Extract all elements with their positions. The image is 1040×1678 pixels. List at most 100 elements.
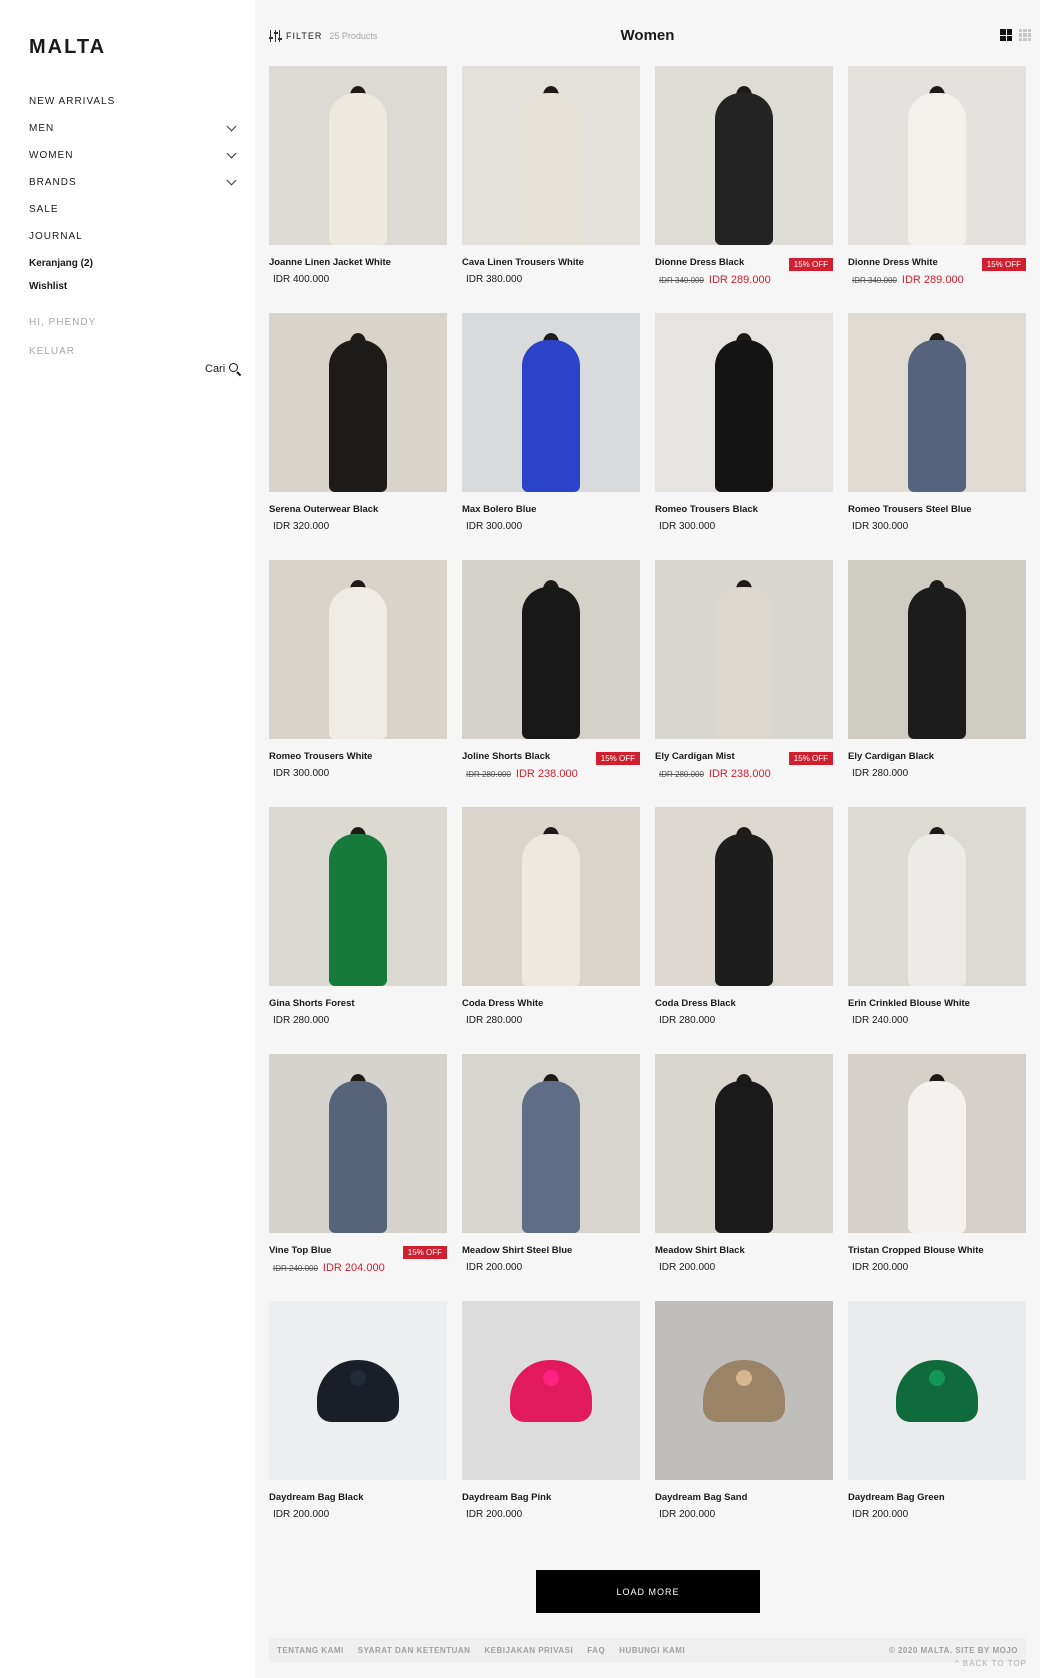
product-card[interactable]: Coda Dress White IDR 280.000 [462,807,640,1026]
product-image[interactable] [462,313,640,492]
product-card[interactable]: Vine Top Blue IDR 240.000 IDR 204.000 15% O… [269,1054,447,1274]
product-image[interactable] [848,807,1026,986]
product-card[interactable]: Daydream Bag Black IDR 200.000 [269,1301,447,1520]
product-card[interactable]: Dionne Dress White IDR 340.000 IDR 289.000… [848,66,1026,286]
product-image[interactable] [462,560,640,739]
product-name[interactable]: Meadow Shirt Black [655,1244,833,1260]
product-image[interactable] [462,1301,640,1480]
nav-item-men[interactable]: MEN [29,115,239,142]
product-image[interactable] [462,1054,640,1233]
product-card[interactable]: Ely Cardigan Mist IDR 280.000 IDR 238.000 1… [655,560,833,780]
product-image[interactable] [269,1054,447,1233]
product-card[interactable]: Daydream Bag Sand IDR 200.000 [655,1301,833,1520]
product-card[interactable]: Joanne Linen Jacket White IDR 400.000 [269,66,447,285]
product-image[interactable] [848,1301,1026,1480]
product-image[interactable] [655,1301,833,1480]
product-card[interactable]: Meadow Shirt Steel Blue IDR 200.000 [462,1054,640,1273]
nav-item-new-arrivals[interactable]: NEW ARRIVALS [29,88,239,115]
product-price: IDR 300.000 [655,519,833,535]
logout-link[interactable]: KELUAR [29,344,96,373]
product-image[interactable] [269,66,447,245]
wishlist-link[interactable]: Wishlist [29,279,93,302]
product-card[interactable]: Erin Crinkled Blouse White IDR 240.000 [848,807,1026,1026]
cart-link[interactable]: Keranjang (2) [29,256,93,279]
product-name[interactable]: Tristan Cropped Blouse White [848,1244,1026,1260]
product-name[interactable]: Gina Shorts Forest [269,997,447,1013]
product-name[interactable]: Cava Linen Trousers White [462,256,640,272]
user-greeting[interactable]: HI, PHENDY [29,315,96,344]
product-image[interactable] [655,560,833,739]
product-model-figure [522,1081,580,1233]
footer-link[interactable]: SYARAT DAN KETENTUAN [358,1646,471,1655]
back-to-top-link[interactable]: ^ BACK TO TOP [955,1659,1027,1668]
product-name[interactable]: Ely Cardigan Black [848,750,1026,766]
product-card[interactable]: Max Bolero Blue IDR 300.000 [462,313,640,532]
product-card[interactable]: Dionne Dress Black IDR 340.000 IDR 289.000… [655,66,833,286]
product-price: IDR 200.000 [848,1507,1026,1523]
product-image[interactable] [269,313,447,492]
product-card[interactable]: Tristan Cropped Blouse White IDR 200.000 [848,1054,1026,1273]
chevron-down-icon[interactable] [226,148,237,159]
product-card[interactable]: Joline Shorts Black IDR 280.000 IDR 238.00… [462,560,640,780]
product-image[interactable] [655,807,833,986]
product-card[interactable]: Gina Shorts Forest IDR 280.000 [269,807,447,1026]
page-title: Women [620,27,675,44]
product-image[interactable] [462,66,640,245]
chevron-down-icon[interactable] [226,121,237,132]
product-image[interactable] [269,807,447,986]
grid-small-view-icon[interactable] [1019,29,1031,41]
product-image[interactable] [655,66,833,245]
product-name[interactable]: Romeo Trousers White [269,750,447,766]
chevron-down-icon[interactable] [226,175,237,186]
product-model-figure [908,93,966,245]
product-price: IDR 380.000 [462,272,640,288]
footer-link[interactable]: HUBUNGI KAMI [619,1646,685,1655]
footer-link[interactable]: TENTANG KAMI [277,1646,344,1655]
product-image[interactable] [848,1054,1026,1233]
load-more-button[interactable]: LOAD MORE [536,1570,760,1613]
nav-item-journal[interactable]: JOURNAL [29,223,239,250]
logo[interactable]: MALTA [29,36,106,59]
product-image[interactable] [848,313,1026,492]
product-card[interactable]: Ely Cardigan Black IDR 280.000 [848,560,1026,779]
product-card[interactable]: Meadow Shirt Black IDR 200.000 [655,1054,833,1273]
product-name[interactable]: Coda Dress White [462,997,640,1013]
product-card[interactable]: Romeo Trousers Black IDR 300.000 [655,313,833,532]
product-name[interactable]: Romeo Trousers Black [655,503,833,519]
product-image[interactable] [655,1054,833,1233]
product-card[interactable]: Cava Linen Trousers White IDR 380.000 [462,66,640,285]
footer-link[interactable]: FAQ [587,1646,605,1655]
product-name[interactable]: Daydream Bag Green [848,1491,1026,1507]
product-name[interactable]: Coda Dress Black [655,997,833,1013]
product-name[interactable]: Meadow Shirt Steel Blue [462,1244,640,1260]
product-card[interactable]: Romeo Trousers Steel Blue IDR 300.000 [848,313,1026,532]
product-card[interactable]: Serena Outerwear Black IDR 320.000 [269,313,447,532]
search-button[interactable]: Cari [205,363,242,377]
grid-large-view-icon[interactable] [1000,29,1012,41]
product-name[interactable]: Daydream Bag Pink [462,1491,640,1507]
product-name[interactable]: Serena Outerwear Black [269,503,447,519]
product-card[interactable]: Daydream Bag Green IDR 200.000 [848,1301,1026,1520]
product-name[interactable]: Daydream Bag Black [269,1491,447,1507]
product-price: IDR 240.000 IDR 204.000 [269,1260,447,1276]
product-image[interactable] [269,560,447,739]
product-image[interactable] [462,807,640,986]
product-card[interactable]: Romeo Trousers White IDR 300.000 [269,560,447,779]
product-image[interactable] [848,560,1026,739]
product-name[interactable]: Romeo Trousers Steel Blue [848,503,1026,519]
product-name[interactable]: Joanne Linen Jacket White [269,256,447,272]
product-info: Romeo Trousers Black IDR 300.000 [655,503,833,535]
nav-item-sale[interactable]: SALE [29,196,239,223]
footer-link[interactable]: KEBIJAKAN PRIVASI [484,1646,573,1655]
product-card[interactable]: Daydream Bag Pink IDR 200.000 [462,1301,640,1520]
product-card[interactable]: Coda Dress Black IDR 280.000 [655,807,833,1026]
product-image[interactable] [655,313,833,492]
nav-item-women[interactable]: WOMEN [29,142,239,169]
product-name[interactable]: Daydream Bag Sand [655,1491,833,1507]
product-image[interactable] [848,66,1026,245]
product-info: Joanne Linen Jacket White IDR 400.000 [269,256,447,288]
product-name[interactable]: Erin Crinkled Blouse White [848,997,1026,1013]
product-image[interactable] [269,1301,447,1480]
product-name[interactable]: Max Bolero Blue [462,503,640,519]
nav-item-brands[interactable]: BRANDS [29,169,239,196]
